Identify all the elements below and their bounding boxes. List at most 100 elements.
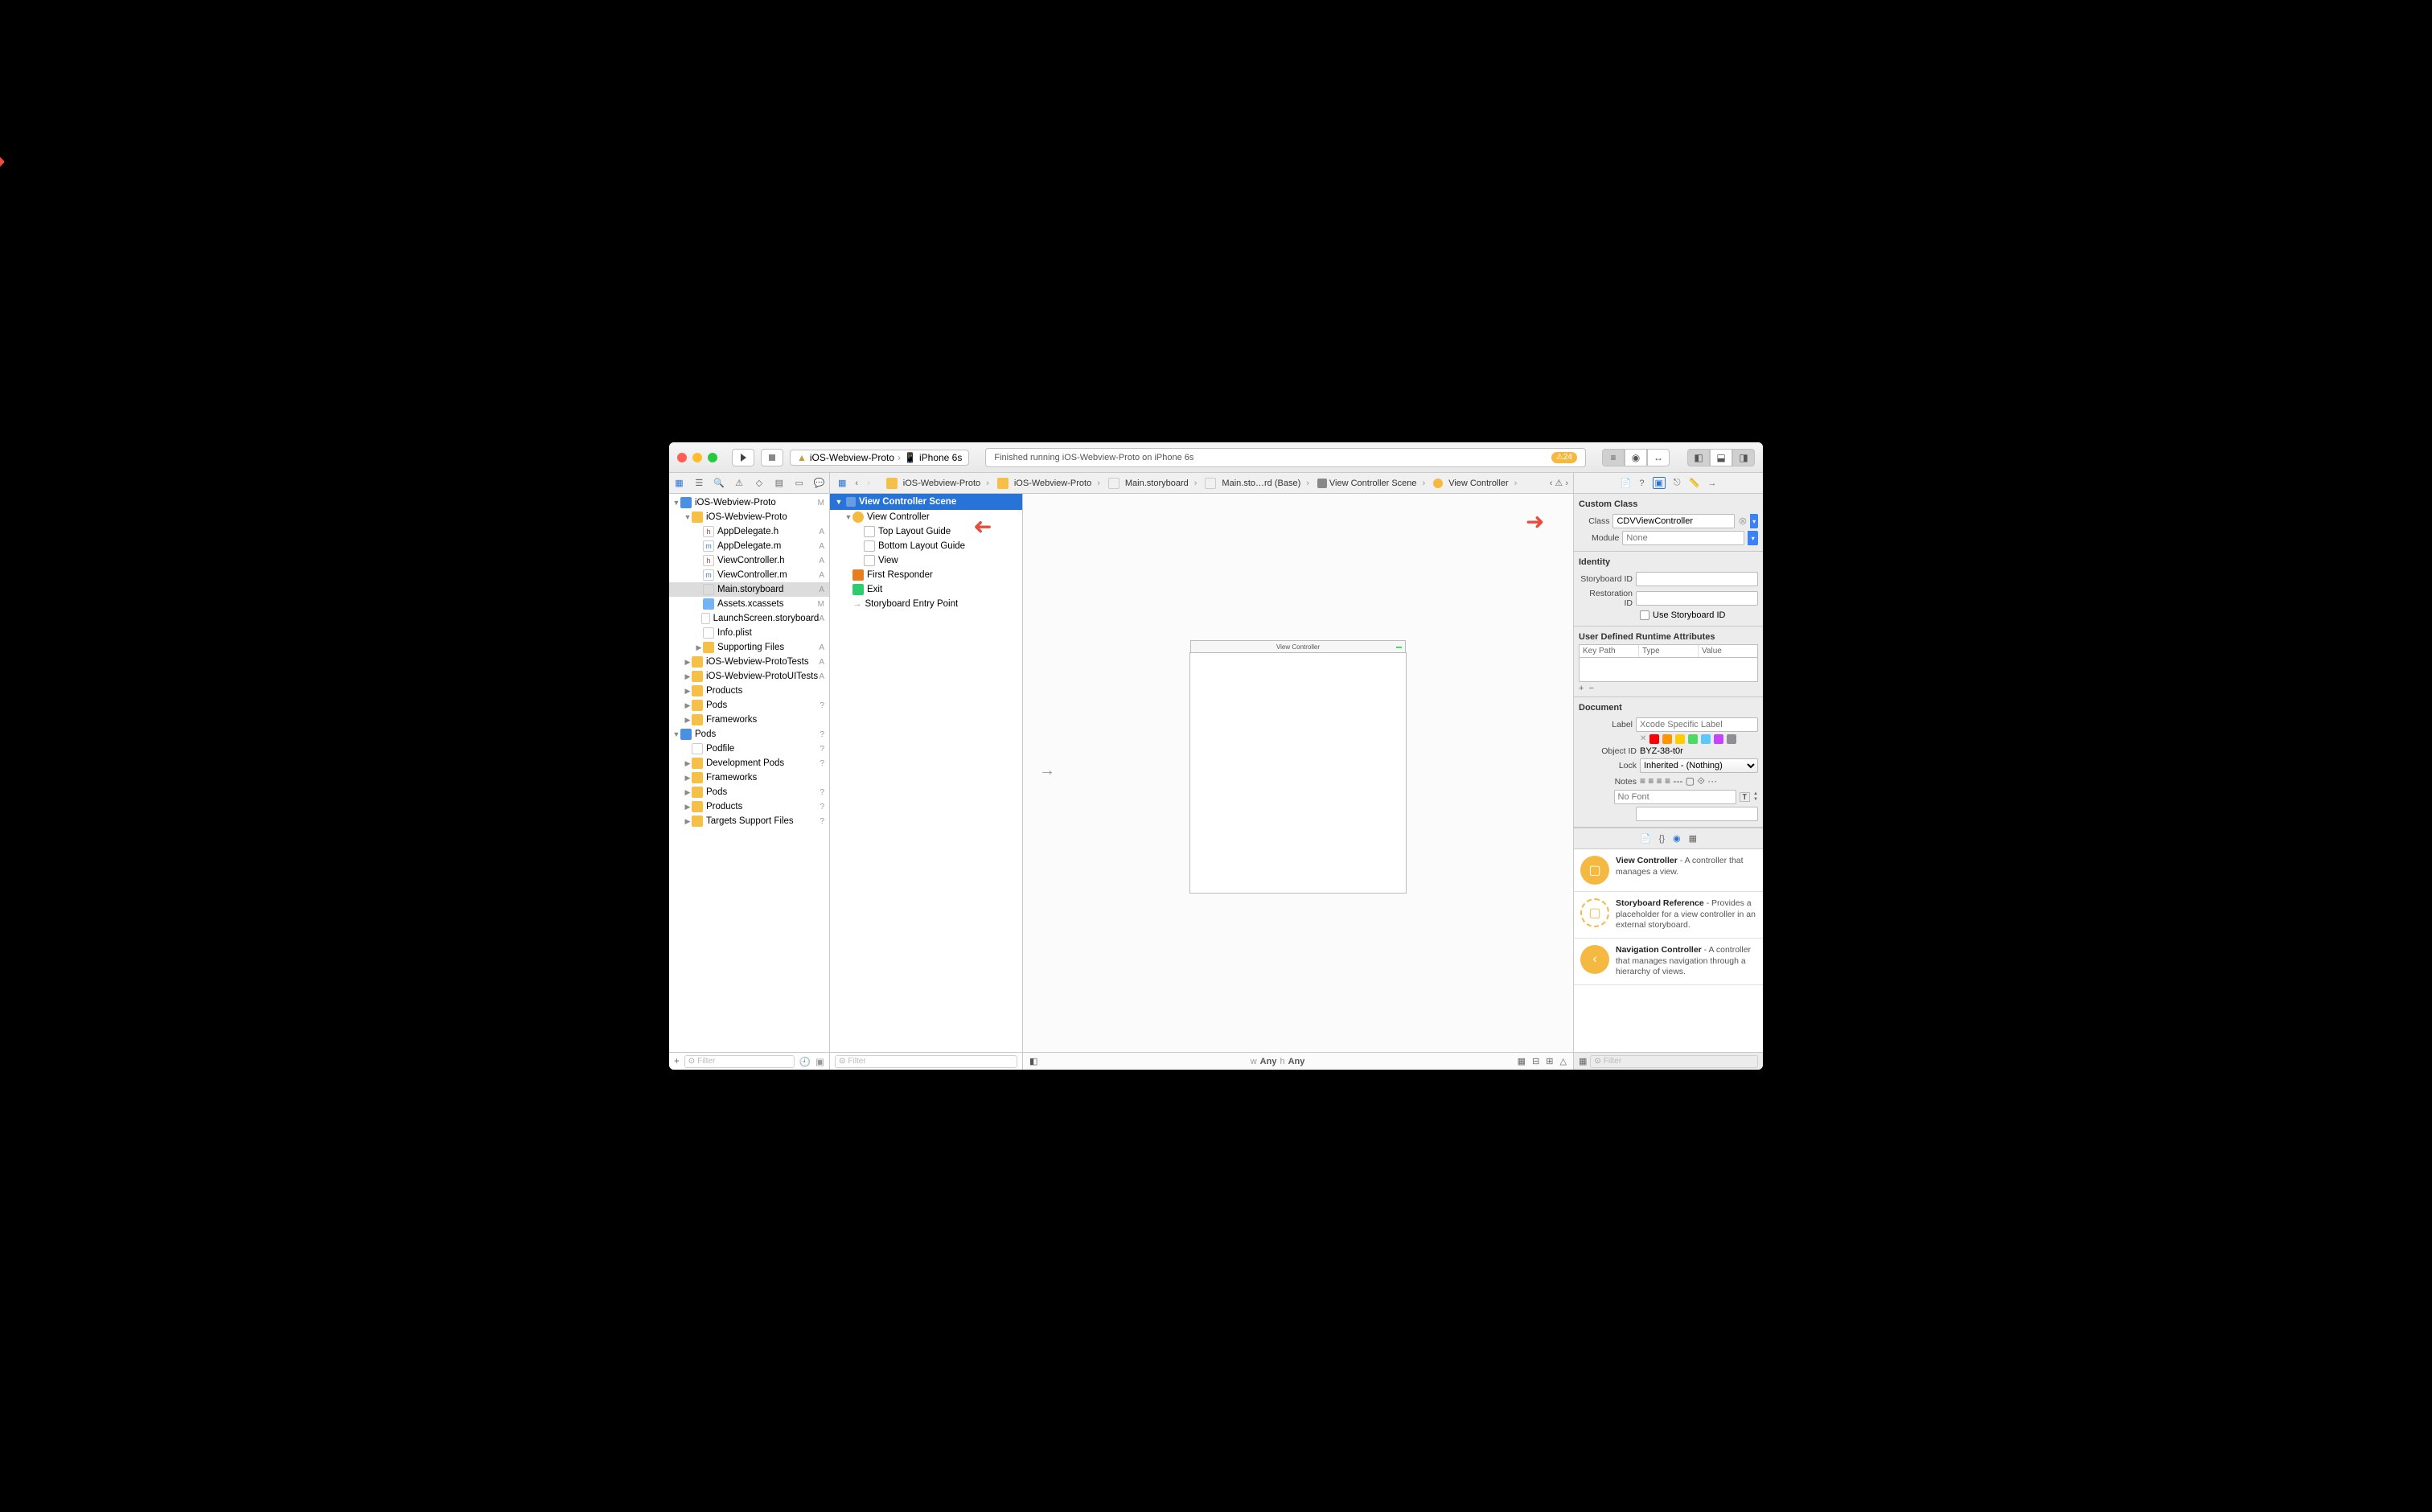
tree-row[interactable]: ▶Products xyxy=(669,684,829,698)
outline-toggle-bottom[interactable]: ◧ xyxy=(1029,1056,1037,1066)
outline-row[interactable]: First Responder xyxy=(830,568,1022,582)
color-swatch[interactable] xyxy=(1727,734,1736,744)
tree-row[interactable]: ▶iOS-Webview-ProtoTestsA xyxy=(669,655,829,669)
outline-row[interactable]: View xyxy=(830,553,1022,568)
toggle-debug-button[interactable]: ⬓ xyxy=(1710,449,1732,466)
outline-list[interactable]: ▼View ControllerTop Layout GuideBottom L… xyxy=(830,510,1022,1052)
outline-row[interactable]: →Storyboard Entry Point xyxy=(830,597,1022,611)
library-list[interactable]: ▢View Controller - A controller that man… xyxy=(1574,849,1763,1052)
back-button[interactable]: ‹ xyxy=(852,479,861,488)
media-library-tab[interactable]: ▦ xyxy=(1689,833,1697,844)
forward-button[interactable]: › xyxy=(864,479,873,488)
notes-input[interactable] xyxy=(1636,807,1758,821)
version-editor-button[interactable]: ↔ xyxy=(1647,449,1670,466)
warning-badge[interactable]: ⚠ 24 xyxy=(1551,452,1577,463)
module-dropdown[interactable]: ▾ xyxy=(1748,531,1758,545)
navigator-filter[interactable]: ⊙ Filter xyxy=(684,1055,795,1068)
breakpoint-navigator-tab[interactable]: ▭ xyxy=(792,476,807,491)
view-controller-frame[interactable]: View Controller ▬ xyxy=(1189,652,1407,894)
doc-label-input[interactable] xyxy=(1636,717,1758,732)
report-navigator-tab[interactable]: 💬 xyxy=(812,476,827,491)
add-attr-button[interactable]: + xyxy=(1579,684,1584,693)
color-swatch[interactable] xyxy=(1688,734,1698,744)
run-button[interactable] xyxy=(732,449,754,466)
find-navigator-tab[interactable]: 🔍 xyxy=(712,476,726,491)
stack-button[interactable]: ▦ xyxy=(1518,1056,1526,1066)
outline-filter[interactable]: ⊙ Filter xyxy=(835,1055,1017,1068)
file-inspector-tab[interactable]: 📄 xyxy=(1621,478,1632,488)
tree-row[interactable]: mAppDelegate.mA xyxy=(669,539,829,553)
outline-row[interactable]: Exit xyxy=(830,582,1022,597)
tree-row[interactable]: hViewController.hA xyxy=(669,553,829,568)
resolve-button[interactable]: △ xyxy=(1560,1056,1567,1066)
font-picker-button[interactable]: T xyxy=(1740,792,1751,802)
outline-row[interactable]: Bottom Layout Guide xyxy=(830,539,1022,553)
label-color-swatches[interactable]: ✕ xyxy=(1640,734,1758,744)
align-button[interactable]: ⊟ xyxy=(1532,1056,1539,1066)
use-storyboard-id-checkbox[interactable] xyxy=(1640,610,1649,620)
add-button[interactable]: + xyxy=(674,1057,680,1066)
tree-row[interactable]: ▼iOS-Webview-ProtoM xyxy=(669,495,829,510)
issue-navigator-tab[interactable]: ⚠ xyxy=(732,476,746,491)
color-swatch[interactable] xyxy=(1714,734,1723,744)
tree-row[interactable]: ▶Products? xyxy=(669,799,829,814)
library-item[interactable]: ▢View Controller - A controller that man… xyxy=(1574,849,1763,892)
runtime-attrs-table[interactable] xyxy=(1579,658,1758,682)
scene-header[interactable]: ▼ View Controller Scene xyxy=(830,494,1022,510)
library-item[interactable]: ‹Navigation Controller - A controller th… xyxy=(1574,939,1763,985)
test-navigator-tab[interactable]: ◇ xyxy=(752,476,766,491)
library-item[interactable]: ▢Storyboard Reference - Provides a place… xyxy=(1574,892,1763,939)
stop-button[interactable] xyxy=(761,449,783,466)
module-input[interactable] xyxy=(1622,531,1744,545)
tree-row[interactable]: Assets.xcassetsM xyxy=(669,597,829,611)
storyboard-id-input[interactable] xyxy=(1636,572,1758,586)
library-filter[interactable]: ⊙ Filter xyxy=(1590,1055,1758,1068)
quick-help-tab[interactable]: ? xyxy=(1639,479,1644,488)
debug-navigator-tab[interactable]: ▤ xyxy=(772,476,787,491)
lock-select[interactable]: Inherited - (Nothing) xyxy=(1640,758,1758,773)
tree-row[interactable]: ▼iOS-Webview-Proto xyxy=(669,510,829,524)
tree-row[interactable]: ▶iOS-Webview-ProtoUITestsA xyxy=(669,669,829,684)
outline-row[interactable]: ▼View Controller xyxy=(830,510,1022,524)
zoom-button[interactable] xyxy=(708,453,717,462)
size-inspector-tab[interactable]: 📏 xyxy=(1689,478,1700,488)
tree-row[interactable]: hAppDelegate.hA xyxy=(669,524,829,539)
jump-bar[interactable]: iOS-Webview-Proto iOS-Webview-Proto Main… xyxy=(878,473,1573,493)
toggle-navigator-button[interactable]: ◧ xyxy=(1687,449,1710,466)
font-input[interactable] xyxy=(1614,790,1736,804)
tree-row[interactable]: ▶Pods? xyxy=(669,698,829,713)
color-swatch[interactable] xyxy=(1701,734,1711,744)
outline-row[interactable]: Top Layout Guide xyxy=(830,524,1022,539)
assistant-editor-button[interactable]: ◉ xyxy=(1625,449,1647,466)
color-swatch[interactable] xyxy=(1662,734,1672,744)
tree-row[interactable]: ▶Frameworks xyxy=(669,713,829,727)
code-snippet-library-tab[interactable]: {} xyxy=(1659,834,1665,844)
tree-row[interactable]: ▶Targets Support Files? xyxy=(669,814,829,828)
tree-row[interactable]: Info.plist xyxy=(669,626,829,640)
outline-toggle-icon[interactable]: ▦ xyxy=(835,478,849,488)
toggle-inspector-button[interactable]: ◨ xyxy=(1732,449,1755,466)
project-tree[interactable]: ▼iOS-Webview-ProtoM▼iOS-Webview-ProtohAp… xyxy=(669,494,829,1052)
scheme-selector[interactable]: ▲ iOS-Webview-Proto › 📱 iPhone 6s xyxy=(790,450,969,466)
remove-attr-button[interactable]: − xyxy=(1588,684,1593,693)
tree-row[interactable]: ▶Frameworks xyxy=(669,770,829,785)
size-class-control[interactable]: wAny hAny xyxy=(1251,1057,1305,1066)
scm-filter-icon[interactable]: ▣ xyxy=(815,1056,824,1067)
restoration-id-input[interactable] xyxy=(1636,591,1758,606)
tree-row[interactable]: ▶Supporting FilesA xyxy=(669,640,829,655)
class-dropdown[interactable]: ▾ xyxy=(1750,514,1758,528)
color-swatch[interactable] xyxy=(1675,734,1685,744)
tree-row[interactable]: Podfile? xyxy=(669,742,829,756)
tree-row[interactable]: Main.storyboardA xyxy=(669,582,829,597)
clear-icon[interactable]: ⊗ xyxy=(1738,515,1747,528)
notes-format-toolbar[interactable]: ≡ ≡ ≡ ≡ --- ▢ ⟐ ··· xyxy=(1640,775,1758,787)
identity-inspector-tab[interactable]: ▣ xyxy=(1653,477,1666,489)
object-library-tab[interactable]: ◉ xyxy=(1673,833,1681,844)
library-view-toggle[interactable]: ▦ xyxy=(1579,1056,1587,1066)
standard-editor-button[interactable]: ≡ xyxy=(1602,449,1625,466)
recent-filter-icon[interactable]: 🕘 xyxy=(799,1056,811,1067)
class-input[interactable] xyxy=(1612,514,1735,528)
symbol-navigator-tab[interactable]: ☰ xyxy=(692,476,706,491)
pin-button[interactable]: ⊞ xyxy=(1546,1056,1553,1066)
minimize-button[interactable] xyxy=(692,453,702,462)
